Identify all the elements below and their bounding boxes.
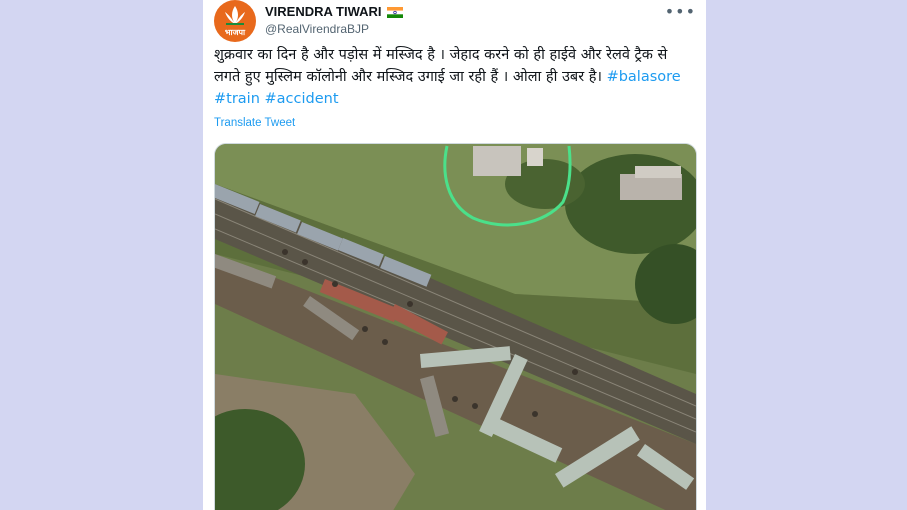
- translate-link[interactable]: Translate Tweet: [214, 117, 295, 129]
- hashtag-accident[interactable]: #accident: [265, 91, 339, 107]
- tweet-body: शुक्रवार का दिन है और पड़ोस में मस्जिद ह…: [214, 47, 668, 85]
- lotus-icon: [225, 6, 245, 25]
- aerial-accident-photo: [215, 144, 696, 510]
- avatar[interactable]: भाजपा: [214, 0, 256, 42]
- avatar-label: भाजपा: [224, 28, 246, 37]
- tweet-image[interactable]: [214, 143, 697, 510]
- india-flag-icon: [387, 7, 404, 18]
- more-icon[interactable]: •••: [665, 2, 696, 21]
- hashtag-train[interactable]: #train: [214, 91, 260, 107]
- tweet-text: शुक्रवार का दिन है और पड़ोस में मस्जिद ह…: [214, 44, 692, 110]
- author-handle[interactable]: @RealVirendraBJP: [265, 22, 369, 36]
- author-name[interactable]: VIRENDRA TIWARI: [265, 4, 404, 19]
- tweet-card: भाजपा VIRENDRA TIWARI @RealVirendraBJP •…: [203, 0, 706, 510]
- hashtag-balasore[interactable]: #balasore: [607, 69, 681, 85]
- author-name-text: VIRENDRA TIWARI: [265, 4, 382, 19]
